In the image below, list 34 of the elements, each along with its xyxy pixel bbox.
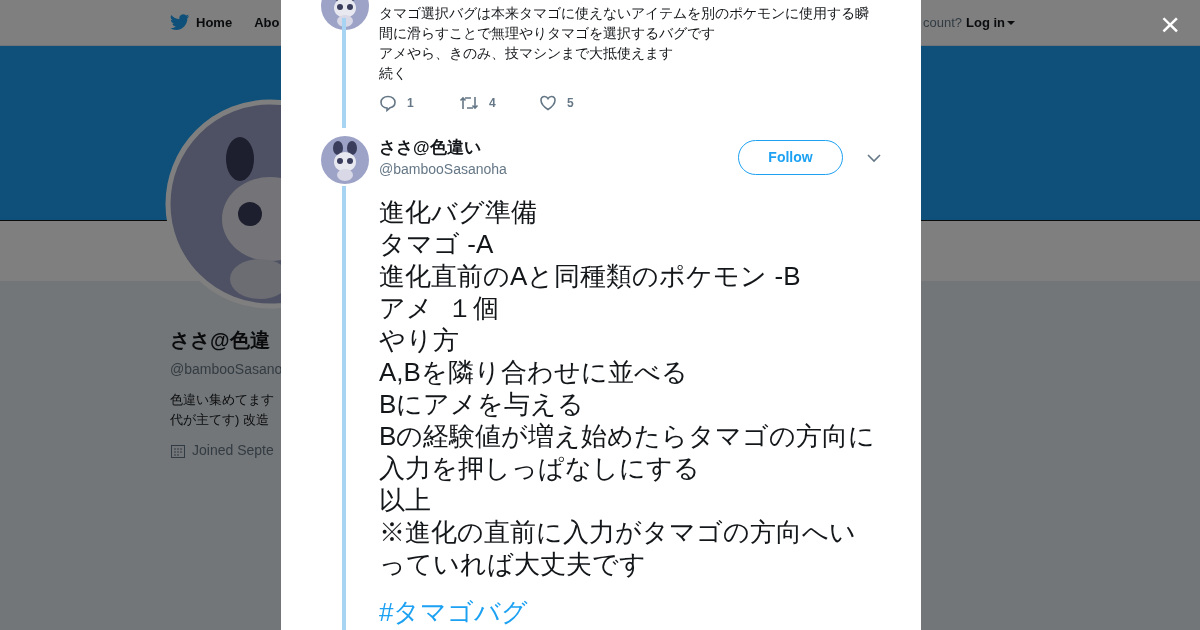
tweet-text: タマゴ -A xyxy=(379,228,495,260)
nav-link[interactable]: Home xyxy=(196,12,233,33)
profile-bio: 代が主てす) 改造 xyxy=(170,411,270,429)
login-link[interactable]: Log in xyxy=(966,12,1015,33)
hashtag-link[interactable]: #タマゴバグ xyxy=(379,598,881,626)
account-prompt: count? xyxy=(922,13,962,32)
profile-handle: @bambooSasano xyxy=(170,360,284,379)
author-name[interactable]: ささ@色違い xyxy=(379,137,728,159)
reply-icon[interactable] xyxy=(379,94,397,112)
tweet-text: 以上 xyxy=(379,484,432,516)
tweet-text: Bの経験値が増え始めたらタマゴの方向に入力を押しっぱなしにする xyxy=(379,420,877,484)
chevron-down-icon[interactable] xyxy=(867,154,881,163)
tweet-text: 進化直前のAと同種類のポケモン -B xyxy=(379,260,802,292)
tweet-text: やり方 xyxy=(379,324,460,356)
profile-bio: 色違い集めてます xyxy=(170,391,275,409)
tweet-text: タマゴ選択バグは本来タマゴに使えないアイテムを別のポケモンに使用する瞬間に滑らすことで無理やりタマゴを選択するバグです xyxy=(379,4,870,43)
nav-link[interactable]: Abo xyxy=(254,12,280,33)
tweet-text: ※進化の直前に入力がタマゴの方向へいっていれば大丈夫です xyxy=(379,516,857,580)
profile-name: ささ@色違 xyxy=(170,328,271,353)
tweet-text: Bにアメを与える xyxy=(379,388,586,420)
tweet-text: 続く xyxy=(379,64,408,83)
heart-icon[interactable] xyxy=(539,94,557,112)
close-button[interactable]: × xyxy=(1160,6,1180,42)
joined-date: Joined Septe xyxy=(192,441,274,460)
action-count: 1 xyxy=(407,95,414,112)
action-count: 4 xyxy=(489,95,496,112)
author-handle[interactable]: @bambooSasanoha xyxy=(379,159,728,179)
tweet-text: A,Bを隣り合わせに並べる xyxy=(379,356,689,388)
tweet-text: アメ １個 xyxy=(379,292,501,324)
retweet-icon[interactable] xyxy=(459,94,479,112)
calendar-icon xyxy=(170,442,186,459)
tweet-text: 進化バグ準備 xyxy=(379,196,538,228)
tweet-text: アメやら、きのみ、技マシンまで大抵使えます xyxy=(379,44,674,63)
action-count: 5 xyxy=(567,95,574,112)
